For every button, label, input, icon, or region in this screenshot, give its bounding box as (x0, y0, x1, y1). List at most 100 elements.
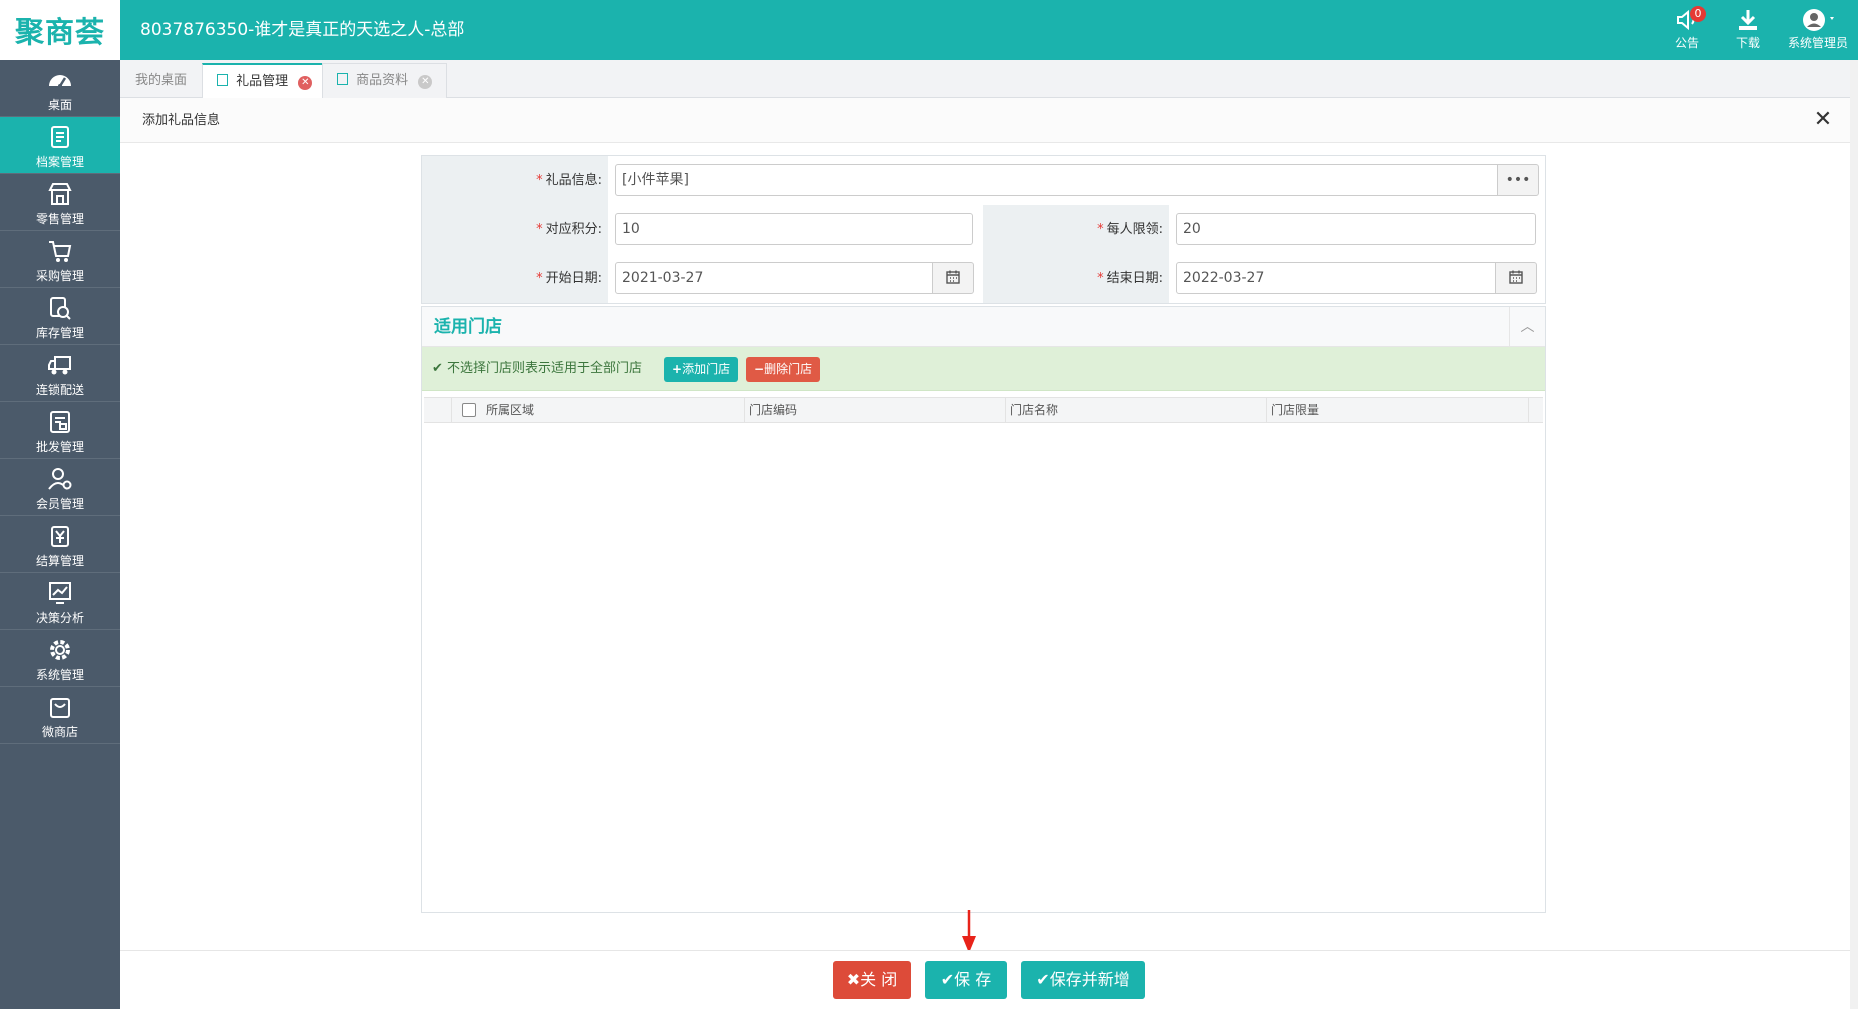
download-icon (1739, 10, 1757, 30)
button-label: 删除门店 (764, 362, 813, 376)
gift-picker-button[interactable]: ••• (1497, 164, 1539, 196)
points-input[interactable]: 10 (615, 213, 973, 245)
required-mark: * (1097, 271, 1104, 286)
start-date-cell: 2021-03-27 (608, 254, 983, 303)
label-text: 礼品信息: (545, 173, 602, 188)
end-date-input[interactable]: 2022-03-27 (1176, 262, 1496, 294)
logo: 聚商荟 (0, 0, 120, 60)
sidebar-item-distribution[interactable]: 连锁配送 (0, 345, 120, 402)
delete-store-button[interactable]: −删除门店 (746, 357, 821, 382)
tab-label: 我的桌面 (135, 73, 188, 88)
start-date-label: * 开始日期: (422, 254, 608, 303)
cart-icon (49, 241, 72, 262)
stores-section: 适用门店 ︿ ✔ 不选择门店则表示适用于全部门店 +添加门店 −删除门店 所属区… (421, 306, 1546, 913)
gift-form: * 礼品信息: [小件苹果] ••• * 对应积分: 10 * 每人限领: 20 * 开… (421, 155, 1546, 304)
notice-button[interactable]: 0 公告 (1658, 6, 1716, 56)
column-header[interactable]: 门店编码 (745, 398, 1006, 422)
sidebar-item-purchase[interactable]: 采购管理 (0, 231, 120, 288)
sidebar-item-archive[interactable]: 档案管理 (0, 117, 120, 174)
start-date-picker[interactable] (932, 262, 974, 294)
arrow-down-icon (962, 910, 976, 953)
button-label: 保存并新增 (1049, 970, 1130, 989)
page-scrollbar[interactable] (1850, 60, 1858, 1009)
limit-label: * 每人限领: (983, 205, 1169, 254)
calendar-icon (1509, 270, 1523, 284)
column-header[interactable]: 门店限量 (1267, 398, 1529, 422)
avatar-icon (1803, 9, 1834, 31)
select-all-checkbox[interactable] (462, 403, 476, 417)
tab-product-info[interactable]: 商品资料 ✕ (322, 63, 448, 98)
notice-label: 公告 (1674, 36, 1699, 50)
limit-input[interactable]: 20 (1176, 213, 1536, 245)
chart-icon (49, 582, 71, 604)
tab-my-desktop[interactable]: 我的桌面 (120, 63, 202, 98)
shop-bag-icon (50, 698, 70, 718)
inventory-icon (50, 297, 71, 320)
add-store-button[interactable]: +添加门店 (664, 357, 739, 382)
save-button[interactable]: ✔保 存 (925, 961, 1007, 999)
check-icon: ✔ (940, 970, 955, 989)
download-button[interactable]: 下载 (1719, 6, 1777, 56)
label-text: 开始日期: (545, 271, 602, 286)
document-icon (217, 74, 228, 86)
column-header[interactable]: 门店名称 (1006, 398, 1267, 422)
stores-section-header: 适用门店 ︿ (422, 307, 1545, 347)
sidebar-item-microstore[interactable]: 微商店 (0, 687, 120, 744)
member-icon (48, 468, 72, 490)
tab-gift-management[interactable]: 礼品管理 ✕ (202, 63, 328, 99)
end-date-cell: 2022-03-27 (1169, 254, 1545, 303)
sidebar-item-label: 会员管理 (35, 497, 84, 511)
tab-label: 商品资料 (356, 73, 409, 88)
close-button[interactable]: ✖关 闭 (833, 961, 911, 999)
start-date-input[interactable]: 2021-03-27 (615, 262, 933, 294)
sidebar-item-label: 批发管理 (35, 440, 84, 454)
settlement-icon (51, 526, 69, 547)
sidebar-item-label: 库存管理 (35, 326, 84, 340)
sidebar-item-label: 微商店 (41, 725, 78, 739)
sidebar-item-desktop[interactable]: 桌面 (0, 60, 120, 117)
required-mark: * (536, 222, 543, 237)
dashboard-icon (49, 75, 71, 88)
sidebar-item-label: 决策分析 (35, 611, 84, 625)
button-label: 关 闭 (860, 970, 898, 989)
close-icon[interactable]: ✕ (1810, 107, 1836, 133)
sidebar-item-inventory[interactable]: 库存管理 (0, 288, 120, 345)
save-and-new-button[interactable]: ✔保存并新增 (1021, 961, 1145, 999)
sidebar-item-retail[interactable]: 零售管理 (0, 174, 120, 231)
end-date-picker[interactable] (1495, 262, 1537, 294)
stores-section-title: 适用门店 (434, 317, 502, 337)
gear-icon (50, 640, 70, 660)
tab-close-icon[interactable]: ✕ (298, 76, 313, 90)
check-icon: ✔ (432, 361, 443, 376)
sidebar: 桌面 档案管理 零售管理 采购管理 库存管理 连锁配送 批发管理 会员管理 结算… (0, 60, 120, 1009)
label-text: 每人限领: (1106, 222, 1163, 237)
tab-close-icon[interactable]: ✕ (418, 75, 433, 89)
notice-text: ✔ 不选择门店则表示适用于全部门店 (432, 347, 642, 391)
sidebar-item-label: 档案管理 (35, 155, 84, 169)
notice-message: 不选择门店则表示适用于全部门店 (447, 361, 643, 376)
store-icon (48, 183, 72, 205)
label-text: 结束日期: (1106, 271, 1163, 286)
sidebar-item-analysis[interactable]: 决策分析 (0, 573, 120, 630)
dialog-header: 添加礼品信息 ✕ (120, 98, 1850, 143)
user-menu[interactable]: 系统管理员 (1780, 6, 1856, 56)
gift-info-input[interactable]: [小件苹果] (615, 164, 1498, 196)
sidebar-item-system[interactable]: 系统管理 (0, 630, 120, 687)
sidebar-item-label: 零售管理 (35, 212, 84, 226)
stores-notice: ✔ 不选择门店则表示适用于全部门店 +添加门店 −删除门店 (422, 347, 1545, 391)
tab-label: 礼品管理 (236, 74, 289, 89)
stores-grid-header: 所属区域 门店编码 门店名称 门店限量 (424, 397, 1543, 423)
document-icon (337, 73, 348, 85)
sidebar-item-settlement[interactable]: 结算管理 (0, 516, 120, 573)
wholesale-icon (50, 411, 70, 433)
sidebar-item-label: 采购管理 (35, 269, 84, 283)
sidebar-item-label: 结算管理 (35, 554, 84, 568)
sidebar-item-wholesale[interactable]: 批发管理 (0, 402, 120, 459)
sidebar-item-member[interactable]: 会员管理 (0, 459, 120, 516)
column-header[interactable]: 所属区域 (482, 398, 745, 422)
collapse-chevron-icon[interactable]: ︿ (1509, 307, 1545, 347)
app-title: 8037876350-谁才是真正的天选之人-总部 (140, 20, 465, 40)
button-label: 添加门店 (682, 362, 731, 376)
grid-gutter (424, 398, 452, 422)
required-mark: * (1097, 222, 1104, 237)
